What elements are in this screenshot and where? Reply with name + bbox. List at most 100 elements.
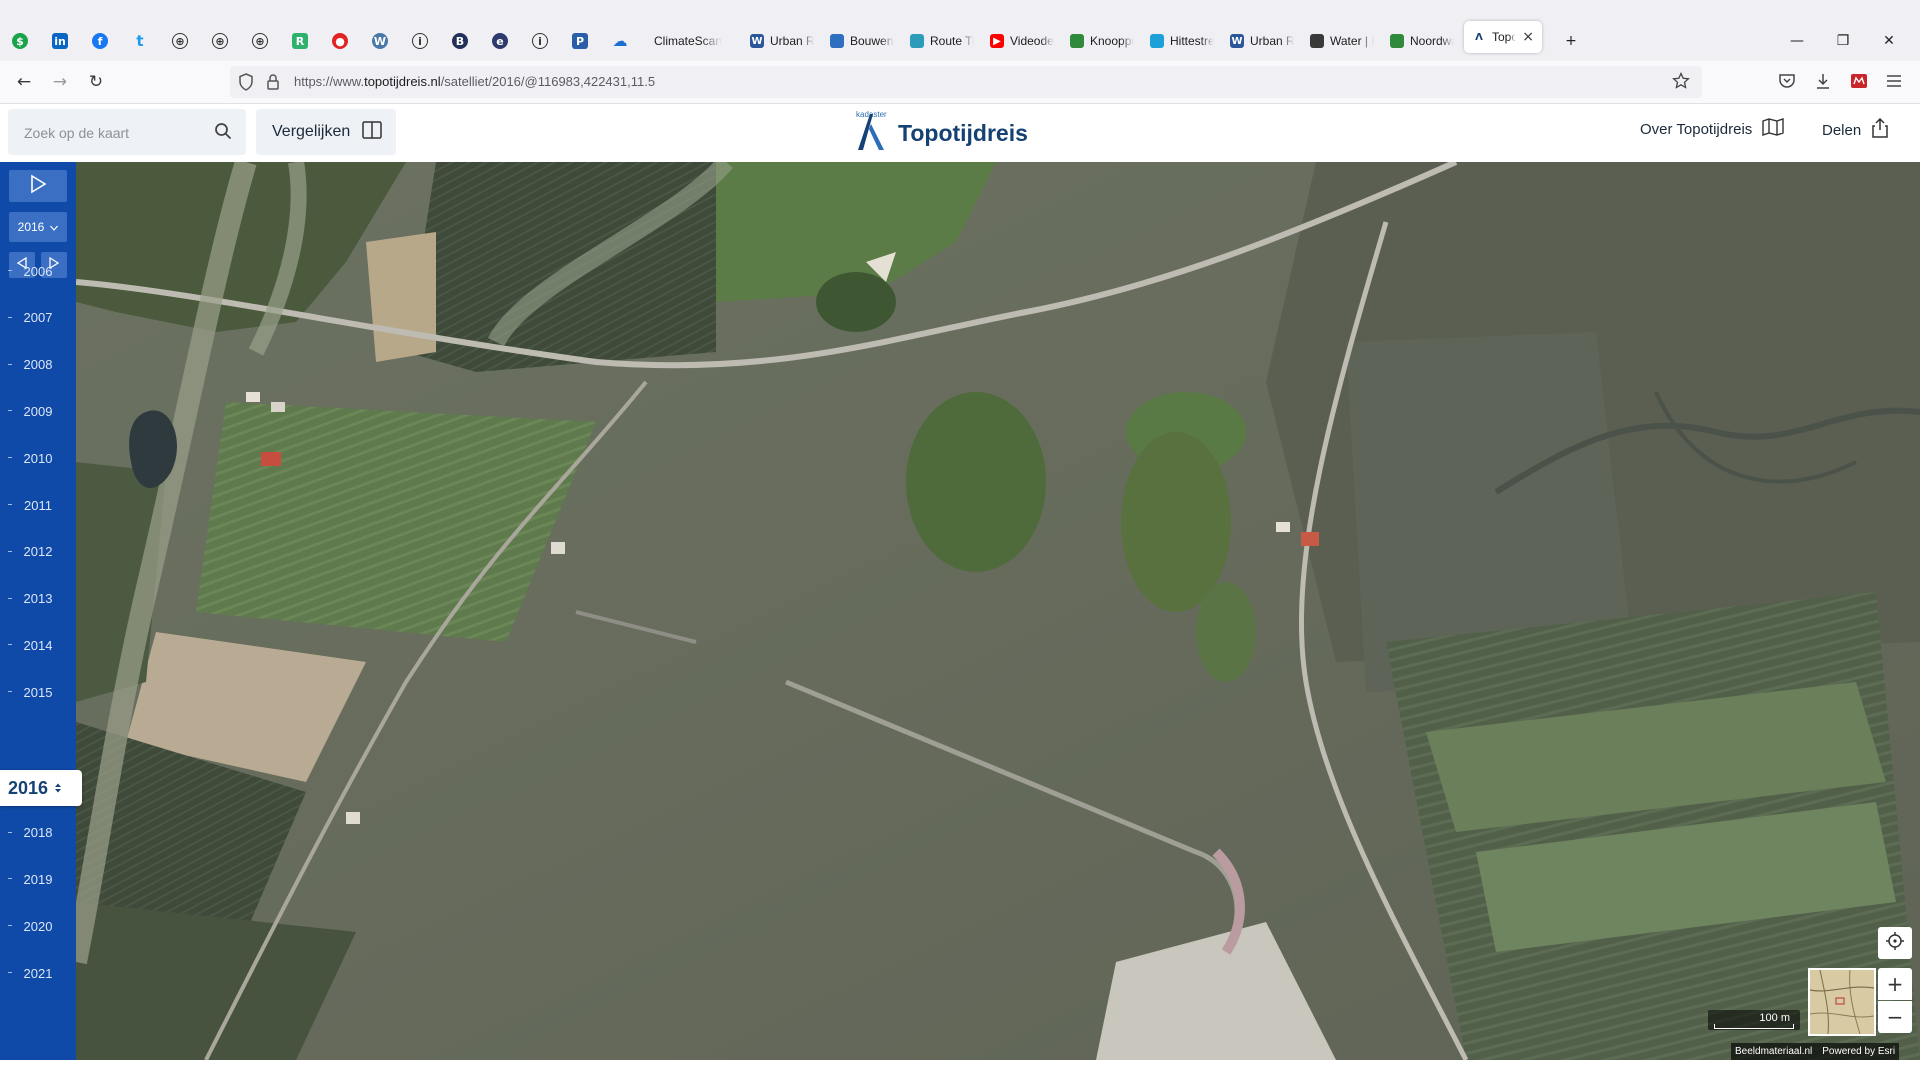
- kadaster-icon: Λ: [1475, 31, 1483, 43]
- url-domain: topotijdreis.nl: [364, 74, 441, 89]
- timeline-year-2011[interactable]: 2011: [0, 495, 76, 515]
- timeline-year-2007[interactable]: 2007: [0, 308, 76, 328]
- pinned-tab[interactable]: W: [360, 21, 400, 61]
- search-icon[interactable]: [214, 122, 232, 145]
- dark-b-icon: B: [452, 33, 468, 49]
- tab[interactable]: Water | Fr: [1302, 21, 1382, 61]
- globe-icon: ⊕: [172, 33, 188, 49]
- timeline-year-2006[interactable]: 2006: [0, 261, 76, 281]
- compare-button[interactable]: Vergelijken: [256, 109, 396, 155]
- pinned-tab[interactable]: ⊕: [240, 21, 280, 61]
- url-text[interactable]: https://www.topotijdreis.nl/satelliet/20…: [294, 74, 655, 89]
- pinned-tab[interactable]: B: [440, 21, 480, 61]
- browser-top-strip: [0, 0, 1920, 21]
- year-tick: [8, 691, 12, 693]
- share-button[interactable]: Delen: [1822, 117, 1889, 142]
- pinned-tab[interactable]: t: [120, 21, 160, 61]
- pinned-tab[interactable]: in: [40, 21, 80, 61]
- timeline-year-2018[interactable]: 2018: [0, 823, 76, 843]
- minimap-image: [1810, 970, 1874, 1034]
- overview-minimap[interactable]: [1808, 968, 1876, 1036]
- new-tab-button[interactable]: +: [1548, 21, 1594, 61]
- about-button[interactable]: Over Topotijdreis: [1640, 118, 1784, 140]
- year-label: 2018: [23, 825, 53, 841]
- pinned-tab[interactable]: ⊕: [160, 21, 200, 61]
- year-label: 2008: [23, 357, 53, 373]
- tab-label: Route Tij: [930, 34, 974, 48]
- close-tab-icon[interactable]: ×: [1522, 29, 1534, 45]
- zoom-out-button[interactable]: −: [1878, 1001, 1912, 1033]
- pinned-tab[interactable]: R: [280, 21, 320, 61]
- timeline-year-2021[interactable]: 2021: [0, 963, 76, 983]
- timeline-year-2008[interactable]: 2008: [0, 355, 76, 375]
- pinned-tab[interactable]: f: [80, 21, 120, 61]
- play-button[interactable]: [9, 170, 67, 202]
- locate-button[interactable]: [1878, 927, 1912, 959]
- updown-arrows-icon: [54, 778, 62, 799]
- share-icon: [1871, 117, 1889, 142]
- timeline-year-2012[interactable]: 2012: [0, 542, 76, 562]
- tab[interactable]: Bouwen t: [822, 21, 902, 61]
- tab[interactable]: ▶ Videodet: [982, 21, 1062, 61]
- timeline-year-2013[interactable]: 2013: [0, 589, 76, 609]
- tab-active[interactable]: Λ Topotij ×: [1464, 21, 1542, 53]
- tab[interactable]: ClimateScan: [646, 21, 742, 61]
- zoom-in-button[interactable]: +: [1878, 968, 1912, 1000]
- pinned-tab[interactable]: ●: [320, 21, 360, 61]
- pinned-tab[interactable]: i: [400, 21, 440, 61]
- green-circle-icon: $: [12, 33, 28, 49]
- timeline-year-2014[interactable]: 2014: [0, 635, 76, 655]
- menu-icon[interactable]: [1886, 73, 1902, 94]
- pinned-tab[interactable]: $: [0, 21, 40, 61]
- timeline-year-2015[interactable]: 2015: [0, 682, 76, 702]
- search-input[interactable]: [22, 121, 206, 145]
- attribution-imagery[interactable]: Beeldmateriaal.nl: [1735, 1046, 1812, 1057]
- share-label: Delen: [1822, 121, 1862, 139]
- bird-icon: [830, 34, 844, 48]
- brand[interactable]: Topotijdreis: [854, 110, 1028, 156]
- route-icon: [910, 34, 924, 48]
- timeline-year-2020[interactable]: 2020: [0, 916, 76, 936]
- pinned-tab[interactable]: ☁: [600, 21, 640, 61]
- satellite-map[interactable]: [76, 162, 1920, 1060]
- download-icon[interactable]: [1814, 72, 1832, 95]
- close-window-button[interactable]: ✕: [1866, 21, 1912, 61]
- year-label: 2015: [23, 684, 53, 700]
- tab[interactable]: W Urban Re: [1222, 21, 1302, 61]
- restore-button[interactable]: ❐: [1820, 21, 1866, 61]
- reload-button[interactable]: ↻: [82, 69, 110, 95]
- extension-icon[interactable]: [1850, 72, 1868, 95]
- year-tick: [8, 504, 12, 505]
- timeline-year-2019[interactable]: 2019: [0, 869, 76, 889]
- play-icon: [28, 174, 48, 199]
- year-select[interactable]: 2016: [9, 212, 67, 242]
- tab-label: Knooppu: [1090, 34, 1134, 48]
- book-map-icon: [1762, 118, 1784, 140]
- tab[interactable]: Noordwa: [1382, 21, 1462, 61]
- attribution-esri[interactable]: Powered by Esri: [1822, 1046, 1895, 1057]
- back-button[interactable]: ←: [10, 69, 38, 95]
- pinned-tab[interactable]: i: [520, 21, 560, 61]
- map-search-box[interactable]: [8, 109, 246, 155]
- tab-label: Hittestre: [1170, 34, 1214, 48]
- pinned-tab[interactable]: P: [560, 21, 600, 61]
- pinned-tab[interactable]: ⊕: [200, 21, 240, 61]
- tab[interactable]: Route Tij: [902, 21, 982, 61]
- tab[interactable]: W Urban Re: [742, 21, 822, 61]
- shield-icon[interactable]: [238, 73, 254, 96]
- year-tick: [8, 270, 12, 271]
- kadaster-logo-icon: [854, 110, 888, 157]
- forward-button[interactable]: →: [46, 69, 74, 95]
- bookmark-star-icon[interactable]: [1672, 71, 1690, 95]
- address-bar[interactable]: https://www.topotijdreis.nl/satelliet/20…: [230, 66, 1702, 98]
- minimize-button[interactable]: —: [1774, 21, 1820, 61]
- pocket-icon[interactable]: [1778, 72, 1796, 95]
- tab[interactable]: Knooppu: [1062, 21, 1142, 61]
- timeline-year-2009[interactable]: 2009: [0, 401, 76, 421]
- map-attribution: Beeldmateriaal.nl Powered by Esri: [1731, 1043, 1900, 1060]
- pinned-tab[interactable]: e: [480, 21, 520, 61]
- current-year-marker[interactable]: 2016: [0, 770, 82, 806]
- timeline-year-2010[interactable]: 2010: [0, 448, 76, 468]
- lock-icon[interactable]: [266, 73, 280, 96]
- tab[interactable]: Hittestre: [1142, 21, 1222, 61]
